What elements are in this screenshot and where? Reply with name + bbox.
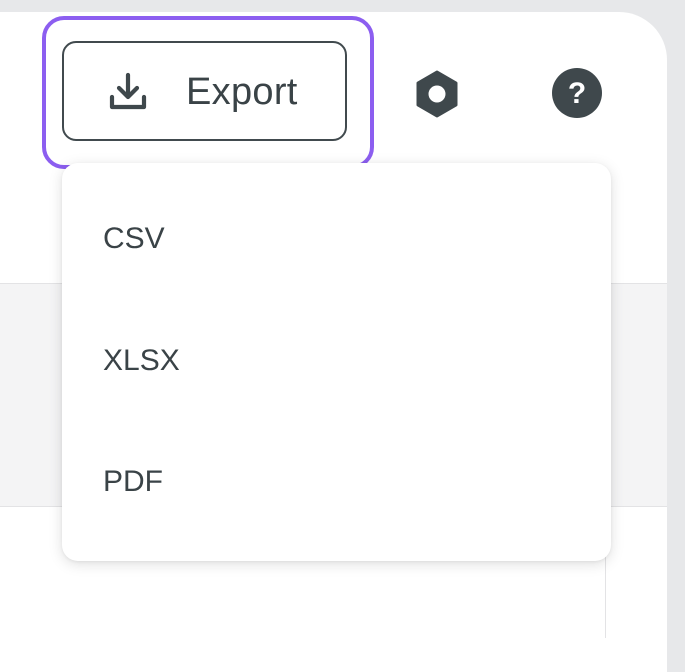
export-button[interactable]: Export [62, 41, 347, 141]
menu-item-csv[interactable]: CSV [62, 184, 611, 294]
menu-item-label: PDF [103, 465, 163, 498]
menu-item-xlsx[interactable]: XLSX [62, 306, 611, 416]
download-icon [109, 72, 147, 110]
menu-item-label: CSV [103, 222, 165, 255]
menu-item-label: XLSX [103, 344, 180, 377]
help-circle-icon[interactable]: ? [551, 67, 603, 119]
help-glyph: ? [568, 77, 586, 110]
export-dropdown-menu: CSV XLSX PDF [62, 163, 611, 561]
hexagon-settings-icon[interactable] [413, 70, 461, 118]
menu-item-pdf[interactable]: PDF [62, 427, 611, 537]
export-button-label: Export [186, 71, 298, 113]
